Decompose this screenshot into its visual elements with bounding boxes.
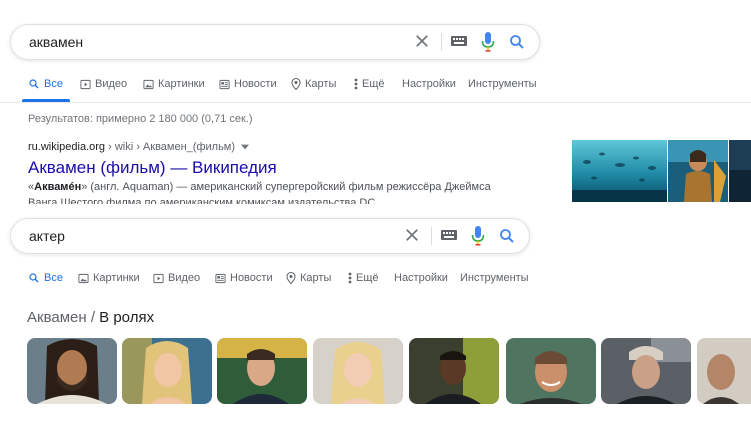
keyboard-icon[interactable] [451,36,467,46]
active-tab-indicator [22,99,70,102]
breadcrumb-separator: / [86,309,100,326]
tab-maps[interactable]: Карты [291,78,336,90]
microphone-icon[interactable] [471,226,485,246]
breadcrumb-current: В ролях [99,309,155,326]
tab-all[interactable]: Все [28,272,63,284]
chevron-down-icon[interactable] [241,144,250,150]
result-thumbnails[interactable] [572,140,751,202]
video-icon [80,79,91,89]
keyboard-icon[interactable] [441,230,457,240]
divider [431,227,432,245]
result-stats: Результатов: примерно 2 180 000 (0,71 се… [28,113,253,125]
search-input[interactable]: аквамен [29,34,83,50]
tab-label: Все [44,272,63,284]
tab-label: Настройки [394,272,448,284]
more-vert-icon [348,272,352,284]
tab-label: Новости [234,78,277,90]
tab-settings[interactable]: Настройки [402,78,456,90]
cast-photo[interactable] [506,338,596,404]
result-title-link[interactable]: Аквамен (фильм) — Википедия [28,158,277,178]
image-icon [78,273,89,283]
tab-label: Видео [95,78,128,90]
thumbnail-image[interactable] [572,140,667,202]
snippet-text: » (англ. Aquaman) — американский суперге… [81,181,491,193]
search-icon [29,79,39,89]
tab-label: Картинки [93,272,140,284]
tab-news[interactable]: Новости [215,272,273,284]
tab-more[interactable]: Ещё [354,78,385,90]
tab-images[interactable]: Картинки [78,272,140,284]
tab-tools[interactable]: Инструменты [468,78,537,90]
tab-video[interactable]: Видео [153,272,200,284]
cast-section-title: Аквамен / В ролях [27,309,154,326]
breadcrumb-parent-link[interactable]: Аквамен [27,309,87,326]
tab-label: Новости [230,272,273,284]
video-icon [153,273,164,283]
more-vert-icon [354,78,358,90]
tab-label: Картинки [158,78,205,90]
thumbnail-image[interactable] [668,140,728,202]
microphone-icon[interactable] [481,32,495,52]
tab-news[interactable]: Новости [219,78,277,90]
tab-tools[interactable]: Инструменты [460,272,529,284]
search-tabs: Все Видео Картинки Новости Карты Ещё Нас… [0,72,751,103]
tab-label: Инструменты [460,272,529,284]
tab-label: Ещё [356,272,379,284]
tab-label: Карты [300,272,332,284]
tab-maps[interactable]: Карты [286,272,331,284]
search-bar[interactable]: актер [10,218,530,254]
tab-all[interactable]: Все [28,78,63,90]
result-snippet-line: Ванга Шестого филма по американским коми… [28,197,376,204]
snippet-highlight: Аквамéн [34,181,82,193]
search-icon [29,273,39,283]
tab-label: Видео [168,272,201,284]
thumbnail-image[interactable] [729,140,751,202]
tab-label: Карты [305,78,337,90]
search-icon[interactable] [498,227,516,245]
search-icon[interactable] [508,33,526,51]
clear-icon[interactable] [403,226,421,244]
search-tabs: Все Картинки Видео Новости Карты Ещё Нас… [0,266,751,296]
tab-label: Настройки [402,78,456,90]
cast-photo[interactable] [122,338,212,404]
result-snippet: «Аквамéн» (англ. Aquaman) — американский… [28,181,491,193]
news-icon [219,79,230,89]
cast-photo[interactable] [313,338,403,404]
tab-settings[interactable]: Настройки [394,272,448,284]
tab-images[interactable]: Картинки [143,78,205,90]
map-pin-icon [291,78,301,90]
cast-photo[interactable] [697,338,751,404]
tab-label: Все [44,78,63,90]
tab-label: Инструменты [468,78,537,90]
result-path: › wiki › Аквамен_(фильм) [105,141,236,153]
divider [441,33,442,51]
clear-icon[interactable] [413,32,431,50]
news-icon [215,273,226,283]
cast-photo[interactable] [27,338,117,404]
cast-photo[interactable] [217,338,307,404]
search-bar[interactable]: аквамен [10,24,540,60]
tab-label: Ещё [362,78,385,90]
tab-more[interactable]: Ещё [348,272,379,284]
result-domain: ru.wikipedia.org [28,141,106,153]
image-icon [143,79,154,89]
search-input[interactable]: актер [29,228,65,244]
map-pin-icon [286,272,296,284]
tab-video[interactable]: Видео [80,78,127,90]
cast-photo[interactable] [601,338,691,404]
breadcrumb[interactable]: ru.wikipedia.org › wiki › Аквамен_(фильм… [28,141,250,153]
cast-photo[interactable] [409,338,499,404]
